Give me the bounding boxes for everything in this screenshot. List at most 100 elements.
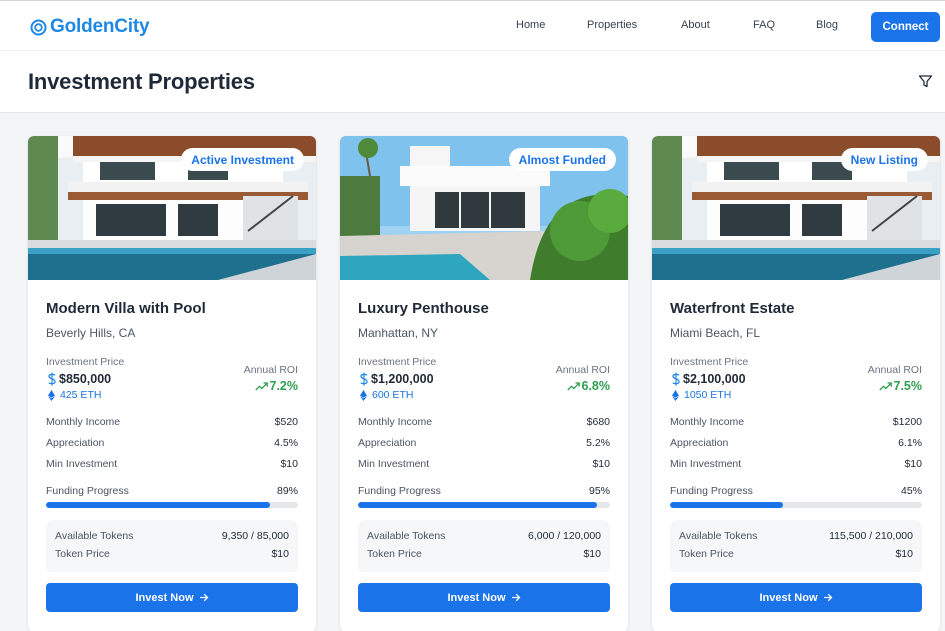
nav-blog[interactable]: Blog [816, 19, 838, 31]
available-tokens-value: 6,000 / 120,000 [528, 530, 601, 542]
min-investment-value: $10 [904, 458, 922, 470]
eth-price: 425 ETH [60, 389, 102, 401]
brand-logo[interactable]: GoldenCity [30, 16, 150, 38]
investment-price: $2,100,000 [683, 372, 746, 386]
appreciation-value: 6.1% [898, 437, 922, 449]
appreciation-label: Appreciation [46, 437, 105, 449]
min-investment-label: Min Investment [46, 458, 118, 470]
monthly-income-value: $520 [274, 416, 298, 428]
monthly-income-value: $1200 [892, 416, 922, 428]
min-investment-value: $10 [592, 458, 610, 470]
funding-progress-label: Funding Progress [358, 485, 441, 497]
annual-roi: 6.8% [581, 379, 611, 393]
funding-progress-bar [670, 502, 922, 508]
property-card[interactable]: New Listing Waterfront Estate Miami Beac… [652, 136, 940, 631]
funding-progress-value: 95% [588, 485, 610, 497]
nav-properties[interactable]: Properties [587, 19, 637, 31]
nav-home[interactable]: Home [516, 19, 545, 31]
nav-faq[interactable]: FAQ [753, 19, 775, 31]
invest-now-button[interactable]: Invest Now [670, 583, 922, 612]
appreciation-value: 4.5% [274, 437, 298, 449]
property-location: Miami Beach, FL [670, 326, 761, 340]
funding-progress-value: 45% [900, 485, 922, 497]
investment-price: $850,000 [59, 372, 112, 386]
token-price-label: Token Price [55, 548, 110, 560]
funding-progress-bar [358, 502, 610, 508]
property-title: Modern Villa with Pool [46, 300, 206, 317]
roi-row: 6.8% [566, 379, 611, 393]
funding-progress-fill [670, 502, 784, 508]
available-tokens-label: Available Tokens [367, 530, 446, 542]
monthly-income-label: Monthly Income [670, 416, 745, 428]
token-price-label: Token Price [679, 548, 734, 560]
connect-button[interactable]: Connect [871, 12, 940, 42]
eth-price: 600 ETH [372, 389, 414, 401]
ring-logo-icon [30, 19, 47, 35]
roi-row: 7.5% [878, 379, 923, 393]
funding-progress-fill [358, 502, 598, 508]
investment-price-label: Investment Price [358, 356, 437, 368]
ethereum-icon [672, 389, 679, 401]
min-investment-label: Min Investment [358, 458, 430, 470]
price-row: $850,000 [47, 372, 111, 386]
tokens-box: Available Tokens 6,000 / 120,000 Token P… [358, 520, 610, 572]
investment-price-label: Investment Price [46, 356, 125, 368]
annual-roi-label: Annual ROI [867, 364, 922, 376]
eth-row: 600 ETH [360, 389, 413, 401]
ethereum-icon [360, 389, 367, 401]
annual-roi-label: Annual ROI [555, 364, 610, 376]
invest-now-button[interactable]: Invest Now [358, 583, 610, 612]
arrow-right-icon [511, 593, 520, 602]
investment-price-label: Investment Price [670, 356, 749, 368]
funding-progress-bar [46, 502, 298, 508]
available-tokens-value: 9,350 / 85,000 [221, 530, 289, 542]
status-badge: Active Investment [181, 148, 304, 171]
token-price-value: $10 [271, 548, 289, 560]
appreciation-label: Appreciation [670, 437, 729, 449]
available-tokens-label: Available Tokens [679, 530, 758, 542]
trending-up-icon [254, 381, 268, 390]
min-investment-value: $10 [280, 458, 298, 470]
eth-row: 425 ETH [48, 389, 101, 401]
annual-roi: 7.2% [269, 379, 299, 393]
property-title: Luxury Penthouse [358, 300, 489, 317]
funding-progress-label: Funding Progress [46, 485, 129, 497]
price-row: $1,200,000 [359, 372, 434, 386]
dollar-icon [48, 372, 56, 386]
property-card[interactable]: Almost Funded Luxury Penthouse Manhattan… [340, 136, 628, 631]
top-nav: GoldenCity Home Properties About FAQ Blo… [0, 0, 945, 50]
roi-row: 7.2% [254, 379, 299, 393]
price-row: $2,100,000 [671, 372, 746, 386]
property-location: Beverly Hills, CA [46, 326, 136, 340]
invest-now-label: Invest Now [447, 591, 506, 604]
eth-row: 1050 ETH [672, 389, 731, 401]
tokens-box: Available Tokens 115,500 / 210,000 Token… [670, 520, 922, 572]
ethereum-icon [48, 389, 55, 401]
property-card[interactable]: Active Investment Modern Villa with Pool… [28, 136, 316, 631]
token-price-value: $10 [895, 548, 913, 560]
trending-up-icon [878, 381, 892, 390]
available-tokens-label: Available Tokens [55, 530, 134, 542]
property-location: Manhattan, NY [358, 326, 439, 340]
token-price-label: Token Price [367, 548, 422, 560]
status-badge: Almost Funded [508, 148, 616, 171]
nav-about[interactable]: About [681, 19, 710, 31]
funding-progress-value: 89% [276, 485, 298, 497]
dollar-icon [360, 372, 368, 386]
status-badge: New Listing [840, 148, 928, 171]
page-title: Investment Properties [28, 69, 255, 94]
invest-now-button[interactable]: Invest Now [46, 583, 298, 612]
dollar-icon [672, 372, 680, 386]
annual-roi: 7.5% [893, 379, 923, 393]
filter-icon[interactable] [918, 74, 933, 89]
token-price-value: $10 [583, 548, 601, 560]
available-tokens-value: 115,500 / 210,000 [829, 530, 913, 542]
monthly-income-value: $680 [586, 416, 610, 428]
eth-price: 1050 ETH [684, 389, 732, 401]
invest-now-label: Invest Now [759, 591, 818, 604]
brand-name: GoldenCity [50, 16, 150, 37]
arrow-right-icon [823, 593, 832, 602]
annual-roi-label: Annual ROI [243, 364, 298, 376]
appreciation-label: Appreciation [358, 437, 417, 449]
investment-price: $1,200,000 [371, 372, 434, 386]
